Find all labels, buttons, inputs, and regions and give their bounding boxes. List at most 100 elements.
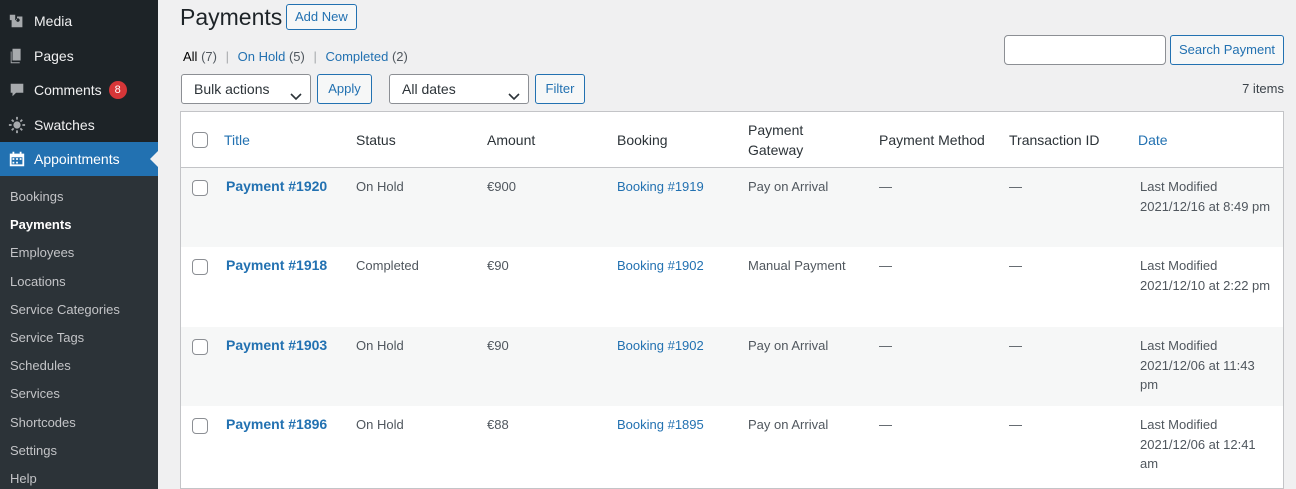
payment-amount: €900 (487, 179, 516, 194)
search-input[interactable] (1004, 35, 1166, 65)
payment-status: On Hold (356, 417, 404, 432)
chevron-down-icon (290, 83, 302, 101)
comments-count-badge: 8 (108, 81, 127, 99)
bulk-actions-value: Bulk actions (194, 81, 270, 97)
row-checkbox[interactable] (192, 180, 208, 196)
payment-date: Last Modified 2021/12/16 at 8:49 pm (1140, 177, 1270, 216)
filter-all-link[interactable]: All (183, 49, 197, 64)
submenu-item-payments[interactable]: Payments (0, 211, 158, 239)
column-booking-header: Booking (617, 132, 668, 148)
booking-link[interactable]: Booking #1902 (617, 336, 704, 356)
filter-completed-count: (2) (391, 49, 408, 64)
gear-icon (8, 116, 26, 134)
submenu-item-schedules[interactable]: Schedules (0, 352, 158, 380)
sidebar-item-media[interactable]: Media (0, 4, 158, 38)
submenu-item-settings[interactable]: Settings (0, 437, 158, 465)
column-gateway-header: Payment Gateway (748, 120, 803, 160)
date-line: 2021/12/10 at 2:22 pm (1140, 277, 1271, 293)
row-checkbox[interactable] (192, 418, 208, 434)
payment-amount: €88 (487, 417, 509, 432)
submenu-item-help[interactable]: Help (0, 465, 158, 489)
submenu-item-shortcodes[interactable]: Shortcodes (0, 409, 158, 437)
items-count: 7 items (1242, 81, 1284, 96)
date-line: am (1140, 456, 1159, 471)
booking-link[interactable]: Booking #1919 (617, 177, 704, 197)
payment-gateway: Pay on Arrival (748, 417, 829, 432)
payment-title-link[interactable]: Payment #1896 (226, 415, 327, 435)
column-gateway-header-line: Gateway (748, 142, 804, 158)
date-line: Last Modified (1140, 417, 1218, 432)
payment-amount: €90 (487, 258, 509, 273)
filter-completed-link[interactable]: Completed (325, 49, 388, 64)
select-all-checkbox[interactable] (192, 132, 208, 148)
payment-title-link[interactable]: Payment #1903 (226, 336, 327, 356)
payment-gateway: Pay on Arrival (748, 338, 829, 353)
payment-date: Last Modified 2021/12/10 at 2:22 pm (1140, 256, 1270, 295)
payment-status: On Hold (356, 338, 404, 353)
payment-status: On Hold (356, 179, 404, 194)
sidebar-item-comments[interactable]: Comments 8 (0, 73, 158, 107)
column-date-header[interactable]: Date (1138, 130, 1168, 150)
sidebar-item-pages[interactable]: Pages (0, 39, 158, 73)
sidebar-item-label: Pages (34, 48, 74, 64)
sidebar-item-swatches[interactable]: Swatches (0, 108, 158, 142)
payment-title-link[interactable]: Payment #1920 (226, 177, 327, 197)
submenu-item-employees[interactable]: Employees (0, 239, 158, 267)
date-line: Last Modified (1140, 179, 1218, 194)
dates-value: All dates (402, 81, 456, 97)
bulk-actions-select[interactable]: Bulk actions (181, 74, 311, 104)
payment-gateway: Manual Payment (748, 258, 846, 273)
transaction-id: — (1009, 338, 1022, 353)
submenu-item-service-categories[interactable]: Service Categories (0, 296, 158, 324)
admin-sidebar: Media Pages Comments 8 Swatches Appointm… (0, 0, 158, 489)
dates-select[interactable]: All dates (389, 74, 529, 104)
filter-button[interactable]: Filter (535, 74, 585, 104)
apply-button[interactable]: Apply (317, 74, 372, 104)
payment-method: — (879, 338, 892, 353)
row-checkbox[interactable] (192, 259, 208, 275)
booking-link[interactable]: Booking #1902 (617, 256, 704, 276)
submenu-item-services[interactable]: Services (0, 380, 158, 408)
payment-date: Last Modified 2021/12/06 at 11:43 pm (1140, 336, 1255, 395)
page-title: Payments (180, 4, 283, 30)
column-transaction-header: Transaction ID (1009, 132, 1100, 148)
date-line: 2021/12/06 at 11:43 (1140, 357, 1255, 373)
table-row: Payment #1920 On Hold €900 Booking #1919… (181, 168, 1283, 247)
sidebar-item-appointments[interactable]: Appointments (0, 142, 158, 176)
date-line: 2021/12/16 at 8:49 pm (1140, 198, 1271, 214)
search-payment-button[interactable]: Search Payment (1170, 35, 1284, 65)
calendar-icon (8, 150, 26, 168)
booking-link[interactable]: Booking #1895 (617, 415, 704, 435)
payment-title-link[interactable]: Payment #1918 (226, 256, 327, 276)
column-gateway-header-line: Payment (748, 122, 804, 138)
table-header: Title Status Amount Booking Payment Gate… (181, 112, 1283, 168)
row-checkbox[interactable] (192, 339, 208, 355)
date-line: Last Modified (1140, 258, 1218, 273)
payment-amount: €90 (487, 338, 509, 353)
payment-gateway: Pay on Arrival (748, 179, 829, 194)
chevron-down-icon (508, 83, 520, 101)
date-line: 2021/12/06 at 12:41 (1140, 436, 1256, 452)
date-line: pm (1140, 377, 1159, 392)
filter-on-hold-count: (5) (288, 49, 305, 64)
payment-method: — (879, 179, 892, 194)
media-icon (8, 12, 26, 30)
payment-status: Completed (356, 258, 419, 273)
table-row: Payment #1918 Completed €90 Booking #190… (181, 247, 1283, 327)
sidebar-item-label: Media (34, 13, 73, 29)
sidebar-item-label: Comments (34, 82, 102, 98)
filter-on-hold-link[interactable]: On Hold (238, 49, 286, 64)
transaction-id: — (1009, 417, 1022, 432)
filter-separator: | (313, 49, 317, 64)
add-new-button[interactable]: Add New (286, 4, 357, 30)
submenu-item-locations[interactable]: Locations (0, 268, 158, 296)
column-title-header[interactable]: Title (224, 130, 250, 150)
transaction-id: — (1009, 258, 1022, 273)
table-row: Payment #1896 On Hold €88 Booking #1895 … (181, 406, 1283, 488)
submenu-item-bookings[interactable]: Bookings (0, 183, 158, 211)
sidebar-item-label: Swatches (34, 117, 95, 133)
appointments-submenu: Bookings Payments Employees Locations Se… (0, 176, 158, 489)
submenu-item-service-tags[interactable]: Service Tags (0, 324, 158, 352)
payment-method: — (879, 417, 892, 432)
payment-date: Last Modified 2021/12/06 at 12:41 am (1140, 415, 1256, 474)
